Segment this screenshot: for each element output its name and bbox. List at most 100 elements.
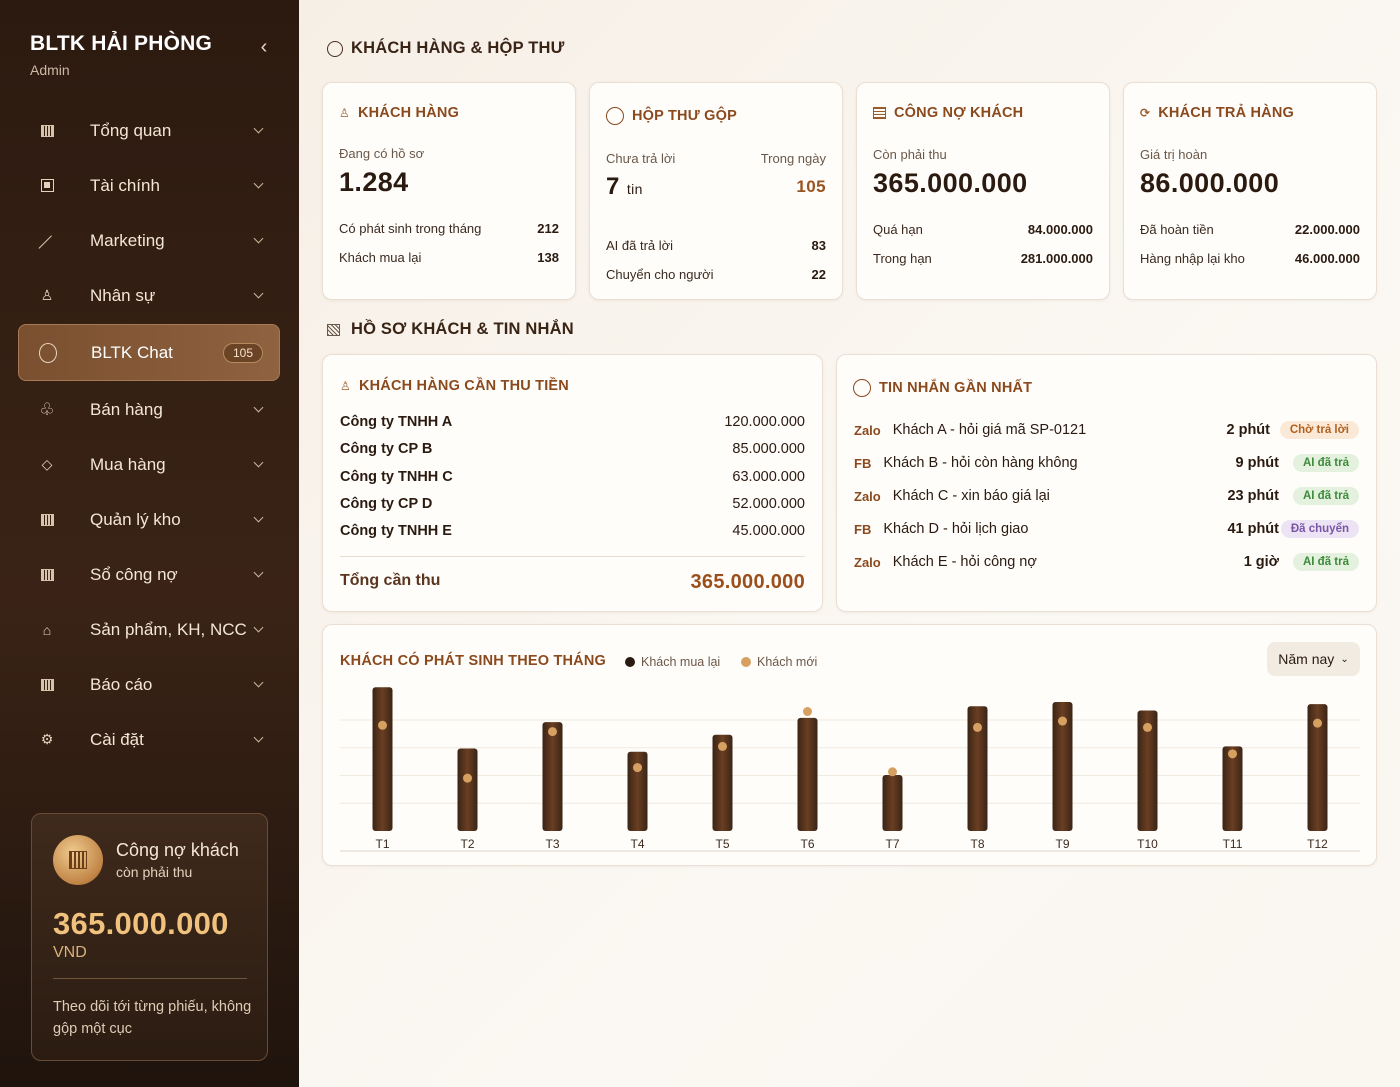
inbox-card[interactable]: HỘP THƯ GỘP Chưa trả lời Trong ngày 7 ti… [589,82,843,300]
customer-name: Công ty TNHH E [340,523,452,539]
section-title-profiles-messages: HỒ SƠ KHÁCH & TIN NHẮN [327,320,574,339]
bar-chart: T1 T2 T3 T4 T5 T6 T7 T8 T9 T10 T11 T12 [340,687,1360,852]
card-title: HỘP THƯ GỘP [606,107,737,125]
brand-title: BLTK HẢI PHÒNG [30,32,213,55]
monthly-chart-card: KHÁCH CÓ PHÁT SINH THEO THÁNG Khách mua … [322,624,1377,866]
sidebar-item-marketing[interactable]: Marketing [18,213,280,268]
customer-row[interactable]: Công ty TNHH A 120.000.000 [340,414,805,430]
message-text: Khách E - hỏi công nợ [892,554,1037,570]
sidebar-item-tai-chinh[interactable]: Tài chính [18,158,280,213]
message-source: Zalo [854,488,881,504]
bar-t1[interactable] [372,687,393,831]
grid-icon [38,122,56,140]
sidebar-nav: Tổng quan Tài chính Marketing ♙ Nhân sự … [18,103,280,767]
diamond-icon: ◇ [41,456,53,472]
message-source: Zalo [854,422,881,438]
customer-amount: 120.000.000 [724,414,805,430]
main-content: KHÁCH HÀNG & HỘP THƯ ♙ KHÁCH HÀNG Đang có… [299,0,1400,1087]
sidebar-item-quan-ly-kho[interactable]: Quản lý kho [18,492,280,547]
point-khach-moi-t11[interactable] [1228,749,1237,759]
chat-icon [853,379,871,397]
point-khach-moi-t4[interactable] [633,763,642,773]
sidebar-item-nhan-su[interactable]: ♙ Nhân sự [18,268,280,323]
chevron-down-icon [253,123,264,134]
sidebar-item-mua-hang[interactable]: ◇ Mua hàng [18,437,280,492]
bar-t3[interactable] [542,722,563,831]
stat-row: Quá hạn 84.000.000 [873,222,1093,237]
customers-card[interactable]: ♙ KHÁCH HÀNG Đang có hồ sơ 1.284 Có phát … [322,82,576,300]
point-khach-moi-t5[interactable] [718,741,727,751]
inbox-unit: tin [626,181,643,197]
customer-amount: 52.000.000 [732,496,805,512]
stat-label: Quá hạn [873,222,923,237]
chevron-down-icon [253,402,264,413]
customer-row[interactable]: Công ty CP B 85.000.000 [340,441,805,457]
sidebar-item-bao-cao[interactable]: Báo cáo [18,657,280,712]
point-khach-moi-t8[interactable] [973,722,982,732]
inbox-unanswered-count: 7 tin [606,173,643,201]
x-tick-label: T4 [630,837,644,851]
sidebar-item-so-cong-no[interactable]: Sổ công nợ [18,547,280,602]
unread-count-badge: 105 [222,343,263,363]
bar-t2[interactable] [457,748,478,831]
returns-card[interactable]: ⟳ KHÁCH TRẢ HÀNG Giá trị hoàn 86.000.000 … [1123,82,1377,300]
section-title-text: HỒ SƠ KHÁCH & TIN NHẮN [351,320,574,338]
debt-card-note: Theo dõi tới từng phiếu, không gộp một c… [53,999,252,1037]
stat-row: Hàng nhập lại kho 46.000.000 [1140,251,1360,266]
sidebar-item-label: Cài đặt [90,729,144,749]
sidebar-item-cai-dat[interactable]: ⚙ Cài đặt [18,712,280,767]
point-khach-moi-t10[interactable] [1143,722,1152,732]
sidebar-item-label: BLTK Chat [91,342,173,362]
point-khach-moi-t12[interactable] [1313,718,1322,728]
customer-row[interactable]: Công ty CP D 52.000.000 [340,496,805,512]
x-tick-label: T9 [1055,837,1069,851]
sidebar-item-bltk-chat[interactable]: BLTK Chat 105 [18,324,280,381]
customer-name: Công ty CP D [340,496,433,512]
message-row[interactable]: FB Khách B - hỏi còn hàng không 9 phút AI đ… [854,451,1359,475]
message-status-badge: Chờ trả lời [1279,421,1359,439]
message-row[interactable]: Zalo Khách E - hỏi công nợ 1 giờ AI đã trả [854,550,1359,574]
sidebar-item-tong-quan[interactable]: Tổng quan [18,103,280,158]
stat-value: 83 [811,238,826,253]
message-text: Khách A - hỏi giá mã SP-0121 [892,422,1087,438]
customer-name: Công ty CP B [340,441,433,457]
bar-t7[interactable] [882,774,903,831]
message-source: FB [854,455,872,471]
stat-row: Chuyển cho người 22 [606,267,826,282]
refresh-icon: ⟳ [1140,106,1151,120]
sidebar-item-san-pham[interactable]: ⌂ Sản phẩm, KH, NCC [18,602,280,657]
x-tick-label: T10 [1137,837,1158,851]
collapse-sidebar-button[interactable]: ‹ [255,36,273,58]
bar-t6[interactable] [797,717,818,831]
customers-label: Đang có hồ sơ [339,146,425,161]
message-row[interactable]: Zalo Khách A - hỏi giá mã SP-0121 2 phút Ch… [854,418,1359,442]
customer-row[interactable]: Công ty TNHH E 45.000.000 [340,523,805,539]
message-text: Khách D - hỏi lịch giao [883,521,1029,537]
stat-value: 212 [537,221,559,236]
point-khach-moi-t3[interactable] [548,727,557,737]
customer-amount: 85.000.000 [732,441,805,457]
bar-t11[interactable] [1222,746,1243,831]
collect-card: ♙ KHÁCH HÀNG CẦN THU TIỀN Công ty TNHH A 1… [322,354,823,612]
sidebar-item-ban-hang[interactable]: ♧ Bán hàng [18,382,280,437]
point-khach-moi-t9[interactable] [1058,716,1067,726]
message-row[interactable]: Zalo Khách C - xin báo giá lại 23 phút AI đ… [854,484,1359,508]
total-amount: 365.000.000 [690,571,805,593]
card-title-text: KHÁCH HÀNG [357,105,460,121]
point-khach-moi-t1[interactable] [378,720,387,730]
stat-row: Đã hoàn tiền 22.000.000 [1140,222,1360,237]
inbox-today-count: 105 [796,177,826,196]
chevron-down-icon [253,732,264,743]
message-row[interactable]: FB Khách D - hỏi lịch giao 41 phút Đã chuyể… [854,517,1359,541]
card-title: ♙ KHÁCH HÀNG CẦN THU TIỀN [340,378,569,394]
receivable-card[interactable]: CÔNG NỢ KHÁCH Còn phải thu 365.000.000 Q… [856,82,1110,300]
home-icon: ⌂ [42,621,52,638]
chevron-down-icon [253,288,264,299]
point-khach-moi-t7[interactable] [888,767,897,777]
customer-row[interactable]: Công ty TNHH C 63.000.000 [340,469,805,485]
point-khach-moi-t6[interactable] [803,707,812,717]
grid-icon [327,323,340,336]
debt-summary-card: Công nợ khách còn phải thu 365.000.000 V… [31,813,268,1061]
x-tick-label: T2 [460,837,474,851]
point-khach-moi-t2[interactable] [463,773,472,783]
